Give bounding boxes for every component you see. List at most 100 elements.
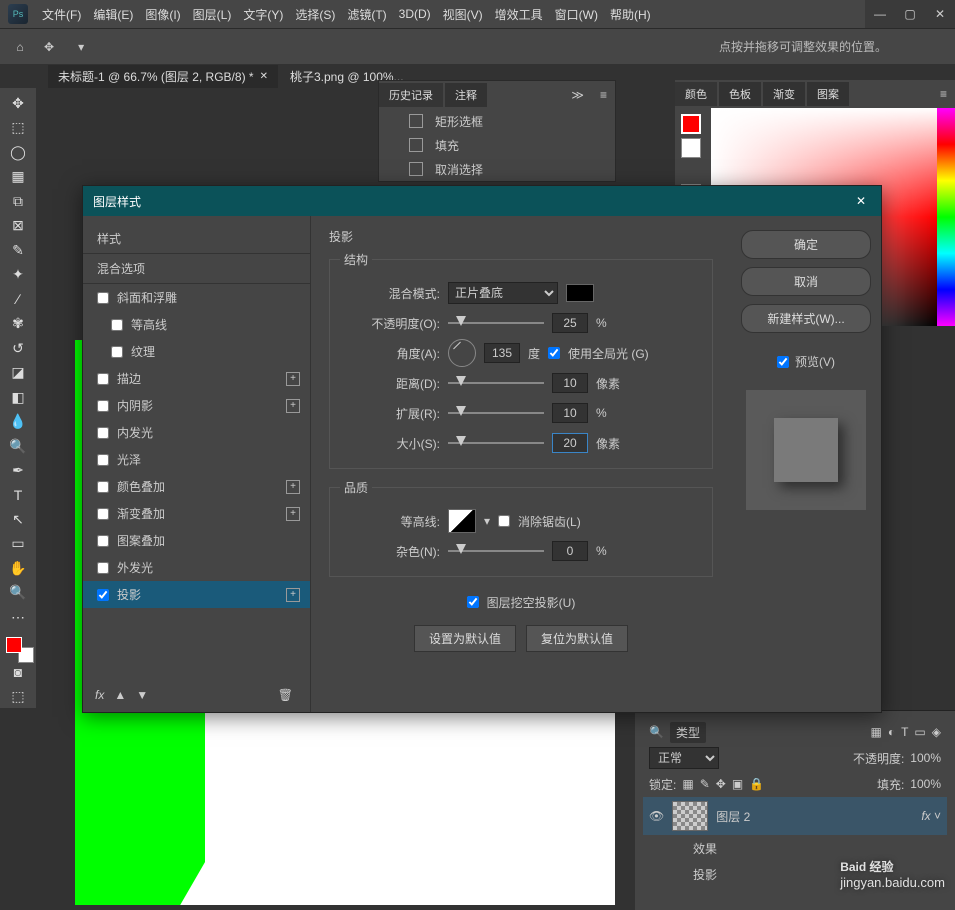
move-tool-icon[interactable]: ✥ (44, 40, 54, 54)
menu-edit[interactable]: 编辑(E) (87, 6, 139, 23)
history-item[interactable]: 取消选择 (379, 157, 615, 181)
style-item-内阴影[interactable]: 内阴影+ (83, 392, 310, 419)
style-checkbox[interactable] (97, 400, 109, 412)
menu-view[interactable]: 视图(V) (437, 6, 489, 23)
menu-image[interactable]: 图像(I) (139, 6, 186, 23)
reset-default-button[interactable]: 复位为默认值 (526, 625, 628, 652)
hand-tool-icon[interactable]: ✋ (6, 557, 30, 579)
healing-tool-icon[interactable]: ✦ (6, 263, 30, 285)
style-checkbox[interactable] (97, 589, 109, 601)
history-tab[interactable]: 历史记录 (379, 83, 443, 107)
zoom-tool-icon[interactable]: 🔍 (6, 582, 30, 604)
add-effect-icon[interactable]: + (286, 480, 300, 494)
crop-tool-icon[interactable]: ⧉ (6, 190, 30, 212)
style-item-渐变叠加[interactable]: 渐变叠加+ (83, 500, 310, 527)
fill-value[interactable]: 100% (910, 777, 941, 791)
gradient-tool-icon[interactable]: ◧ (6, 386, 30, 408)
patterns-tab[interactable]: 图案 (807, 82, 849, 106)
filter-type[interactable]: 类型 (670, 722, 706, 743)
distance-input[interactable] (552, 373, 588, 393)
filter-pixel-icon[interactable]: ▦ (870, 725, 881, 739)
clone-tool-icon[interactable]: ✾ (6, 312, 30, 334)
home-icon[interactable]: ⌂ (8, 35, 32, 59)
eyedropper-tool-icon[interactable]: ✎ (6, 239, 30, 261)
blend-mode-select[interactable]: 正常 (649, 747, 719, 769)
menu-select[interactable]: 选择(S) (289, 6, 341, 23)
bg-color-swatch[interactable] (681, 138, 701, 158)
menu-plugins[interactable]: 增效工具 (489, 6, 549, 23)
panel-menu-icon[interactable]: ≡ (932, 87, 955, 101)
move-tool-icon[interactable]: ✥ (6, 92, 30, 114)
style-item-投影[interactable]: 投影+ (83, 581, 310, 608)
dialog-close-icon[interactable]: ✕ (851, 191, 871, 211)
lasso-tool-icon[interactable]: ◯ (6, 141, 30, 163)
lock-artboard-icon[interactable]: ▣ (732, 777, 743, 791)
filter-type-icon[interactable]: T (901, 725, 908, 739)
make-default-button[interactable]: 设置为默认值 (414, 625, 516, 652)
knockout-checkbox[interactable] (467, 596, 479, 608)
style-checkbox[interactable] (97, 562, 109, 574)
noise-input[interactable] (552, 541, 588, 561)
style-checkbox[interactable] (97, 535, 109, 547)
marquee-tool-icon[interactable]: ⬚ (6, 116, 30, 138)
preview-checkbox[interactable] (777, 356, 789, 368)
effects-label[interactable]: 效果 (693, 840, 717, 857)
spread-slider[interactable] (448, 412, 544, 414)
color-tab[interactable]: 颜色 (675, 82, 717, 106)
filter-smart-icon[interactable]: ◈ (932, 725, 941, 739)
style-item-内发光[interactable]: 内发光 (83, 419, 310, 446)
add-effect-icon[interactable]: + (286, 372, 300, 386)
distance-slider[interactable] (448, 382, 544, 384)
new-style-button[interactable]: 新建样式(W)... (741, 304, 871, 333)
style-item-描边[interactable]: 描边+ (83, 365, 310, 392)
global-light-checkbox[interactable] (548, 347, 560, 359)
opacity-input[interactable] (552, 313, 588, 333)
history-item[interactable]: 矩形选框 (379, 109, 615, 133)
gradients-tab[interactable]: 渐变 (763, 82, 805, 106)
filter-adjust-icon[interactable]: ◐ (888, 725, 895, 739)
style-item-纹理[interactable]: 纹理 (83, 338, 310, 365)
menu-filter[interactable]: 滤镜(T) (341, 6, 392, 23)
antialias-checkbox[interactable] (498, 515, 510, 527)
menu-layer[interactable]: 图层(L) (187, 6, 238, 23)
angle-input[interactable] (484, 343, 520, 363)
blending-options-header[interactable]: 混合选项 (83, 254, 310, 284)
close-icon[interactable]: ✕ (260, 71, 268, 82)
style-checkbox[interactable] (97, 292, 109, 304)
style-item-光泽[interactable]: 光泽 (83, 446, 310, 473)
style-item-斜面和浮雕[interactable]: 斜面和浮雕 (83, 284, 310, 311)
cancel-button[interactable]: 取消 (741, 267, 871, 296)
opacity-value[interactable]: 100% (910, 751, 941, 765)
frame-tool-icon[interactable]: ⊠ (6, 214, 30, 236)
fx-icon[interactable]: fx (95, 688, 104, 702)
menu-3d[interactable]: 3D(D) (393, 7, 437, 21)
style-checkbox[interactable] (111, 346, 123, 358)
lock-move-icon[interactable]: ✥ (716, 777, 726, 791)
panel-menu-icon[interactable]: ≡ (592, 88, 615, 102)
opacity-slider[interactable] (448, 322, 544, 324)
lock-all-icon[interactable]: 🔒 (749, 777, 764, 791)
layer-name[interactable]: 图层 2 (716, 808, 750, 825)
type-tool-icon[interactable]: T (6, 484, 30, 506)
angle-dial[interactable] (448, 339, 476, 367)
maximize-button[interactable]: ▢ (895, 0, 925, 28)
style-checkbox[interactable] (97, 508, 109, 520)
menu-type[interactable]: 文字(Y) (237, 6, 289, 23)
style-checkbox[interactable] (97, 373, 109, 385)
more-tools-icon[interactable]: ⋯ (6, 606, 30, 628)
down-icon[interactable]: ▼ (136, 688, 148, 702)
style-item-等高线[interactable]: 等高线 (83, 311, 310, 338)
add-effect-icon[interactable]: + (286, 588, 300, 602)
blend-mode-select[interactable]: 正片叠底 (448, 282, 558, 304)
lock-pixels-icon[interactable]: ▦ (682, 777, 693, 791)
rectangle-tool-icon[interactable]: ▭ (6, 533, 30, 555)
screenmode-icon[interactable]: ⬚ (6, 686, 30, 708)
document-tab-1[interactable]: 未标题-1 @ 66.7% (图层 2, RGB/8) *✕ (48, 65, 278, 88)
styles-header[interactable]: 样式 (83, 224, 310, 254)
add-effect-icon[interactable]: + (286, 507, 300, 521)
minimize-button[interactable]: — (865, 0, 895, 28)
contour-picker[interactable] (448, 509, 476, 533)
shadow-color-swatch[interactable] (566, 284, 594, 302)
ok-button[interactable]: 确定 (741, 230, 871, 259)
swatches-tab[interactable]: 色板 (719, 82, 761, 106)
